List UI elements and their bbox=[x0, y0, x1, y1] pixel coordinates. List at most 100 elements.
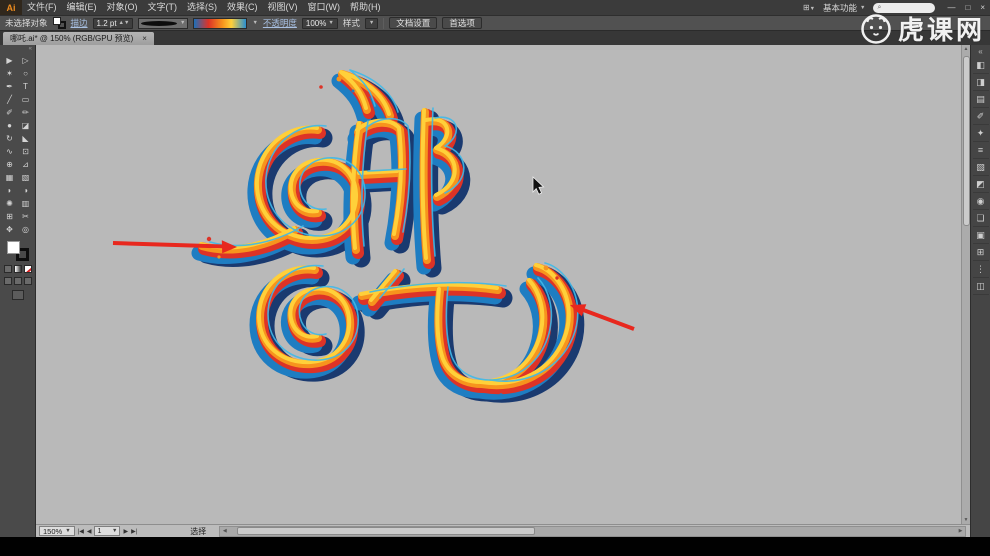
canvas-overlay: 哪吒 bbox=[112, 45, 635, 524]
nezha-paint-artwork[interactable] bbox=[199, 70, 578, 397]
document-setup-button[interactable]: 文档设置 bbox=[389, 17, 438, 29]
style-dropdown[interactable]: ▼ bbox=[364, 17, 379, 29]
perspective-grid-tool[interactable]: ⊿ bbox=[19, 158, 33, 171]
document-tab[interactable]: 哪吒.ai* @ 150% (RGB/GPU 预览) × bbox=[3, 32, 154, 45]
symbol-sprayer-tool[interactable]: ✺ bbox=[3, 197, 17, 210]
menu-effect[interactable]: 效果(C) bbox=[222, 0, 263, 15]
stroke-width-stepper[interactable]: 1.2 pt ▲▼ bbox=[92, 17, 134, 29]
arrange-documents-icon[interactable]: ⊞▼ bbox=[803, 3, 815, 12]
type-tool[interactable]: T bbox=[19, 80, 33, 93]
zoom-level-dropdown[interactable]: 150% ▼ bbox=[39, 526, 75, 536]
paintbrush-tool[interactable]: ✐ bbox=[3, 106, 17, 119]
menu-view[interactable]: 视图(V) bbox=[263, 0, 303, 15]
draw-behind-icon[interactable] bbox=[13, 277, 22, 285]
pathfinder-panel-icon[interactable]: ◫ bbox=[972, 278, 989, 295]
stroke-panel-icon[interactable]: ≡ bbox=[972, 142, 989, 159]
color-button[interactable] bbox=[3, 265, 12, 273]
close-button[interactable]: × bbox=[980, 3, 985, 12]
selection-status: 未选择对象 bbox=[5, 18, 48, 28]
next-artboard-button[interactable]: ▶ bbox=[123, 528, 128, 535]
draw-normal-icon[interactable] bbox=[3, 277, 12, 285]
gradient-panel-icon[interactable]: ▧ bbox=[972, 159, 989, 176]
vertical-scrollbar[interactable]: ▲ ▼ bbox=[961, 45, 970, 524]
layers-panel-icon[interactable]: ▣ bbox=[972, 227, 989, 244]
horizontal-scroll-thumb[interactable] bbox=[236, 527, 535, 535]
symbols-panel-icon[interactable]: ✦ bbox=[972, 125, 989, 142]
previous-artboard-button[interactable]: ◀ bbox=[87, 528, 92, 535]
color-guide-panel-icon[interactable]: ◨ bbox=[972, 74, 989, 91]
column-graph-tool[interactable]: ▥ bbox=[19, 197, 33, 210]
lasso-tool[interactable]: ○ bbox=[19, 67, 33, 80]
menu-help[interactable]: 帮助(H) bbox=[345, 0, 386, 15]
last-artboard-button[interactable]: ▶| bbox=[131, 528, 137, 535]
preferences-button[interactable]: 首选项 bbox=[442, 17, 482, 29]
fill-stroke-indicator[interactable] bbox=[52, 17, 66, 29]
variable-width-profile-dropdown[interactable]: ▼ bbox=[138, 17, 189, 29]
menu-window[interactable]: 窗口(W) bbox=[303, 0, 346, 15]
scroll-left-icon[interactable]: ◀ bbox=[220, 528, 229, 534]
rotate-tool[interactable]: ↻ bbox=[3, 132, 17, 145]
scale-tool[interactable]: ◣ bbox=[19, 132, 33, 145]
color-panel-icon[interactable]: ◧ bbox=[972, 57, 989, 74]
magic-wand-tool[interactable]: ✶ bbox=[3, 67, 17, 80]
mesh-tool[interactable]: ▦ bbox=[3, 171, 17, 184]
scroll-up-icon[interactable]: ▲ bbox=[964, 45, 969, 53]
hand-tool[interactable]: ✥ bbox=[3, 223, 17, 236]
slice-tool[interactable]: ✂ bbox=[19, 210, 33, 223]
tab-close-icon[interactable]: × bbox=[142, 34, 147, 43]
gradient-button[interactable] bbox=[13, 265, 22, 273]
blend-tool[interactable]: ◑ bbox=[19, 184, 33, 197]
appearance-panel-icon[interactable]: ◉ bbox=[972, 193, 989, 210]
canvas[interactable]: 哪吒 bbox=[36, 45, 961, 524]
artboard-tool[interactable]: ⊞ bbox=[3, 210, 17, 223]
expand-panels-icon[interactable]: « bbox=[978, 46, 982, 57]
zoom-tool[interactable]: ◎ bbox=[19, 223, 33, 236]
fill-color-swatch[interactable] bbox=[6, 241, 20, 254]
selection-tool[interactable]: ▶ bbox=[3, 54, 17, 67]
menu-type[interactable]: 文字(T) bbox=[143, 0, 183, 15]
first-artboard-button[interactable]: |◀ bbox=[78, 528, 84, 535]
menu-file[interactable]: 文件(F) bbox=[22, 0, 62, 15]
eyedropper-tool[interactable]: ◗ bbox=[3, 184, 17, 197]
workspace-switcher[interactable]: 基本功能 ▼ bbox=[823, 2, 865, 14]
horizontal-scrollbar[interactable]: ◀ ▶ bbox=[219, 525, 966, 537]
help-search-input[interactable]: ⌕ bbox=[873, 2, 936, 13]
menu-object[interactable]: 对象(O) bbox=[102, 0, 143, 15]
transparency-panel-icon[interactable]: ◩ bbox=[972, 176, 989, 193]
gradient-tool[interactable]: ▧ bbox=[19, 171, 33, 184]
swatches-panel-icon[interactable]: ▤ bbox=[972, 91, 989, 108]
eraser-tool[interactable]: ◪ bbox=[19, 119, 33, 132]
restore-button[interactable]: □ bbox=[965, 3, 970, 12]
rectangle-tool[interactable]: ▭ bbox=[19, 93, 33, 106]
brushes-panel-icon[interactable]: ✐ bbox=[972, 108, 989, 125]
artboards-panel-icon[interactable]: ⊞ bbox=[972, 244, 989, 261]
draw-inside-icon[interactable] bbox=[23, 277, 32, 285]
brush-definition-dropdown[interactable] bbox=[193, 17, 248, 29]
width-tool[interactable]: ∿ bbox=[3, 145, 17, 158]
fill-swatch-mini[interactable] bbox=[52, 17, 61, 25]
align-panel-icon[interactable]: ⋮ bbox=[972, 261, 989, 278]
pen-tool[interactable]: ✒ bbox=[3, 80, 17, 93]
scroll-down-icon[interactable]: ▼ bbox=[964, 516, 969, 524]
brush-dropdown-arrow-icon[interactable]: ▼ bbox=[252, 20, 257, 26]
direct-selection-tool[interactable]: ▷ bbox=[19, 54, 33, 67]
vertical-scroll-thumb[interactable] bbox=[962, 56, 970, 226]
opacity-panel-link[interactable]: 不透明度 bbox=[263, 17, 297, 29]
opacity-dropdown[interactable]: 100% ▼ bbox=[301, 17, 338, 29]
none-button[interactable] bbox=[23, 265, 32, 273]
free-transform-tool[interactable]: ⊡ bbox=[19, 145, 33, 158]
menu-select[interactable]: 选择(S) bbox=[182, 0, 222, 15]
shape-builder-tool[interactable]: ⊕ bbox=[3, 158, 17, 171]
menu-edit[interactable]: 编辑(E) bbox=[62, 0, 102, 15]
screen-mode-icon[interactable] bbox=[11, 290, 24, 300]
scroll-right-icon[interactable]: ▶ bbox=[956, 528, 965, 534]
artboard-number-dropdown[interactable]: 1 ▼ bbox=[94, 526, 121, 536]
width-profile-preview bbox=[141, 20, 178, 26]
minimize-button[interactable]: — bbox=[947, 3, 955, 12]
line-segment-tool[interactable]: ╱ bbox=[3, 93, 17, 106]
collapse-tools-icon[interactable]: « bbox=[29, 46, 35, 53]
pencil-tool[interactable]: ✏ bbox=[19, 106, 33, 119]
graphic-styles-panel-icon[interactable]: ❏ bbox=[972, 210, 989, 227]
stroke-panel-link[interactable]: 描边 bbox=[71, 17, 88, 29]
blob-brush-tool[interactable]: ● bbox=[3, 119, 17, 132]
